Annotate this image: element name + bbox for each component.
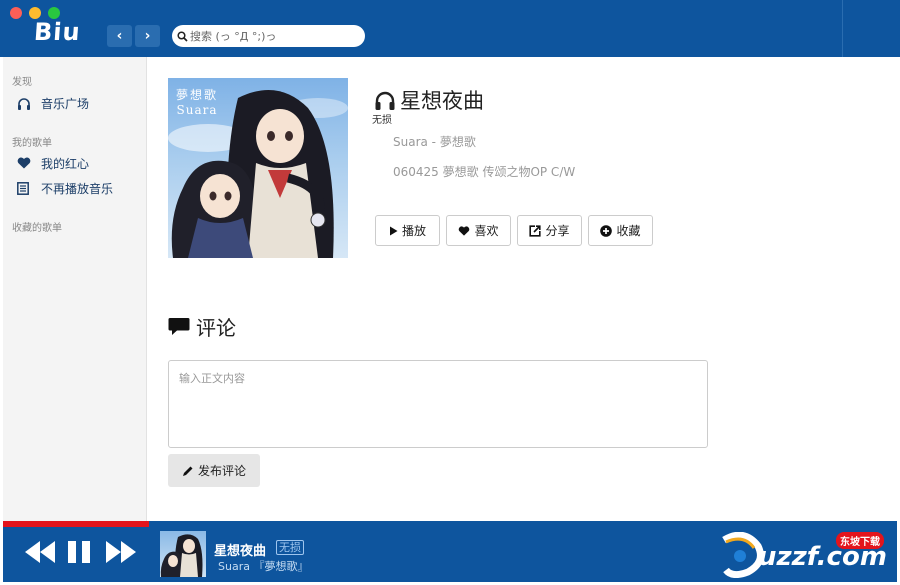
sidebar-heading-collected-playlists: 收藏的歌单 <box>12 223 62 234</box>
headphones-icon <box>17 97 35 110</box>
album-description: 060425 夢想歌 传颂之物OP C/W <box>393 165 576 179</box>
comment-input[interactable] <box>168 360 708 448</box>
close-window-button[interactable] <box>10 7 22 19</box>
list-icon <box>17 181 35 195</box>
plus-circle-icon <box>600 224 613 237</box>
sidebar-item-label: 音乐广场 <box>41 96 90 111</box>
sidebar-heading-my-playlists: 我的歌单 <box>12 138 52 149</box>
nav-forward-button[interactable]: › <box>135 25 160 47</box>
collect-button-label: 收藏 <box>616 224 641 238</box>
share-button-label: 分享 <box>545 224 570 238</box>
site-watermark: 东坡下载 uzzf.com <box>718 530 898 580</box>
previous-track-button[interactable] <box>25 541 55 563</box>
play-button-label: 播放 <box>401 224 426 238</box>
play-button[interactable]: 播放 <box>375 215 440 246</box>
post-comment-button[interactable]: 发布评论 <box>168 454 260 487</box>
sidebar-item-label: 不再播放音乐 <box>41 181 114 196</box>
heart-icon <box>458 225 470 236</box>
now-playing-thumbnail <box>160 531 206 577</box>
pencil-icon <box>182 465 194 477</box>
watermark-text: uzzf.com <box>758 542 887 572</box>
sidebar-heading-discover: 发现 <box>12 77 32 88</box>
pause-button[interactable] <box>67 541 91 563</box>
sidebar-item-my-hearts[interactable]: 我的红心 <box>17 153 89 173</box>
comment-icon <box>168 317 190 336</box>
app-logo: Biu <box>33 18 82 46</box>
search-icon <box>177 30 188 42</box>
quality-tag: 无损 <box>372 115 392 126</box>
now-playing-quality-badge: 无损 <box>276 540 304 555</box>
sidebar-item-music-square[interactable]: 音乐广场 <box>17 93 89 113</box>
sidebar: 发现 音乐广场 我的歌单 我的红心 不再播放音乐 收藏的歌单 <box>3 57 147 527</box>
song-title-text: 星想夜曲 <box>400 89 484 113</box>
like-button[interactable]: 喜欢 <box>446 215 511 246</box>
heart-icon <box>17 157 35 169</box>
play-icon <box>389 226 398 236</box>
share-icon <box>529 224 542 237</box>
next-icon <box>106 541 136 563</box>
comments-heading: 评论 <box>168 312 236 341</box>
headphones-icon <box>374 90 396 111</box>
collect-button[interactable]: 收藏 <box>588 215 653 246</box>
previous-icon <box>25 541 55 563</box>
album-cover: 夢想歌 Suara <box>168 78 348 258</box>
search-input[interactable] <box>190 29 360 43</box>
main-content: 夢想歌 Suara 星想夜曲 无损 Suara - 夢想歌 060425 夢想歌… <box>148 57 900 527</box>
sidebar-item-no-longer-play[interactable]: 不再播放音乐 <box>17 178 113 198</box>
cover-artwork <box>168 90 348 258</box>
next-track-button[interactable] <box>106 541 136 563</box>
comments-heading-text: 评论 <box>196 316 236 340</box>
sidebar-item-label: 我的红心 <box>41 156 90 171</box>
title-bar: Biu ‹ › <box>0 0 900 57</box>
now-playing-artist-album: Suara 『夢想歌』 <box>218 560 309 573</box>
player-bar: 星想夜曲 无损 Suara 『夢想歌』 东坡下载 uzzf.com <box>3 527 897 582</box>
nav-back-button[interactable]: ‹ <box>107 25 132 47</box>
artist-album-line[interactable]: Suara - 夢想歌 <box>393 133 476 150</box>
like-button-label: 喜欢 <box>474 224 499 238</box>
post-comment-label: 发布评论 <box>197 464 246 478</box>
share-button[interactable]: 分享 <box>517 215 582 246</box>
titlebar-divider <box>842 0 843 57</box>
pause-icon <box>68 541 90 563</box>
search-box <box>172 25 365 47</box>
now-playing-title: 星想夜曲 <box>214 544 267 559</box>
